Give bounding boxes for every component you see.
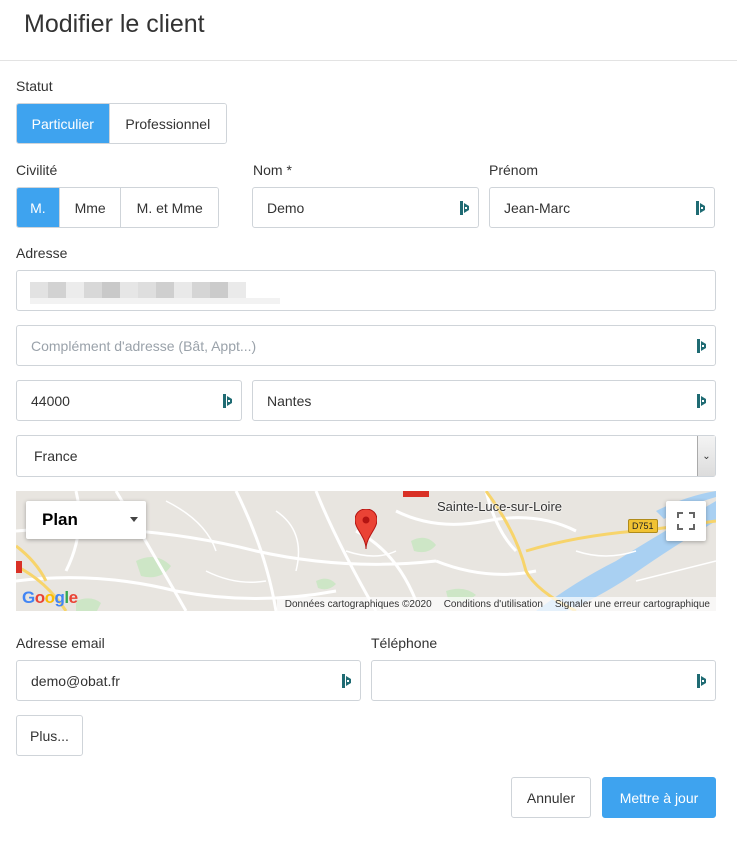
nom-label: Nom *: [253, 162, 292, 178]
submit-button[interactable]: Mettre à jour: [602, 777, 716, 818]
pays-select[interactable]: France ⌄: [16, 435, 716, 477]
prenom-value: Jean-Marc: [504, 199, 571, 216]
civilite-toggle: M. Mme M. et Mme: [16, 187, 219, 228]
civilite-label: Civilité: [16, 162, 58, 178]
civilite-mme-button[interactable]: Mme: [59, 188, 122, 227]
map-type-label: Plan: [42, 510, 78, 529]
map-road-label: D751: [628, 519, 658, 533]
code-postal-value: 44000: [31, 392, 70, 409]
statut-professionnel-button[interactable]: Professionnel: [109, 104, 226, 143]
complement-placeholder: Complément d'adresse (Bât, Appt...): [31, 337, 257, 354]
ville-input[interactable]: Nantes: [252, 380, 716, 421]
fullscreen-icon: [677, 512, 695, 530]
statut-label: Statut: [16, 78, 53, 94]
civilite-m-button[interactable]: M.: [17, 188, 60, 227]
telephone-label: Téléphone: [371, 635, 438, 651]
nom-value: Demo: [267, 199, 305, 216]
map-report-error-link[interactable]: Signaler une erreur cartographique: [555, 599, 710, 610]
fullscreen-button[interactable]: [666, 501, 706, 541]
map-type-dropdown[interactable]: Plan: [26, 501, 146, 539]
chevron-down-icon[interactable]: ⌄: [697, 436, 715, 476]
code-postal-input[interactable]: 44000: [16, 380, 242, 421]
ville-value: Nantes: [267, 392, 312, 409]
modal-header: Modifier le client: [0, 0, 737, 61]
statut-toggle: Particulier Professionnel: [16, 103, 227, 144]
pays-value: France: [34, 448, 78, 464]
email-input[interactable]: demo@obat.fr: [16, 660, 361, 701]
complement-adresse-input[interactable]: Complément d'adresse (Bât, Appt...): [16, 325, 716, 366]
keeper-icon[interactable]: [697, 393, 707, 409]
map[interactable]: Sainte-Luce-sur-Loire D751 Plan Google D…: [16, 491, 716, 611]
map-attribution: Données cartographiques ©2020 Conditions…: [276, 597, 716, 611]
caret-down-icon: [130, 517, 138, 522]
adresse-label: Adresse: [16, 245, 68, 261]
email-label: Adresse email: [16, 635, 105, 651]
map-pin-icon[interactable]: [355, 509, 377, 549]
keeper-icon[interactable]: [696, 200, 706, 216]
telephone-input[interactable]: [371, 660, 716, 701]
modal-title: Modifier le client: [24, 10, 205, 38]
keeper-icon[interactable]: [697, 673, 707, 689]
civilite-m-et-mme-button[interactable]: M. et Mme: [121, 188, 218, 227]
map-terms-link[interactable]: Conditions d'utilisation: [444, 599, 543, 610]
nom-input[interactable]: Demo: [252, 187, 479, 228]
statut-particulier-button[interactable]: Particulier: [17, 104, 110, 143]
keeper-icon[interactable]: [342, 673, 352, 689]
redacted-address: [30, 282, 246, 300]
google-logo: Google: [22, 588, 78, 607]
more-button[interactable]: Plus...: [16, 715, 83, 756]
keeper-icon[interactable]: [460, 200, 470, 216]
keeper-icon[interactable]: [223, 393, 233, 409]
prenom-label: Prénom: [489, 162, 539, 178]
prenom-input[interactable]: Jean-Marc: [489, 187, 715, 228]
map-place-label: Sainte-Luce-sur-Loire: [437, 499, 563, 514]
cancel-button[interactable]: Annuler: [511, 777, 591, 818]
keeper-icon[interactable]: [697, 338, 707, 354]
redacted-address-shadow: [30, 298, 280, 304]
map-data-credit: Données cartographiques ©2020: [284, 598, 432, 610]
email-value: demo@obat.fr: [31, 672, 120, 689]
